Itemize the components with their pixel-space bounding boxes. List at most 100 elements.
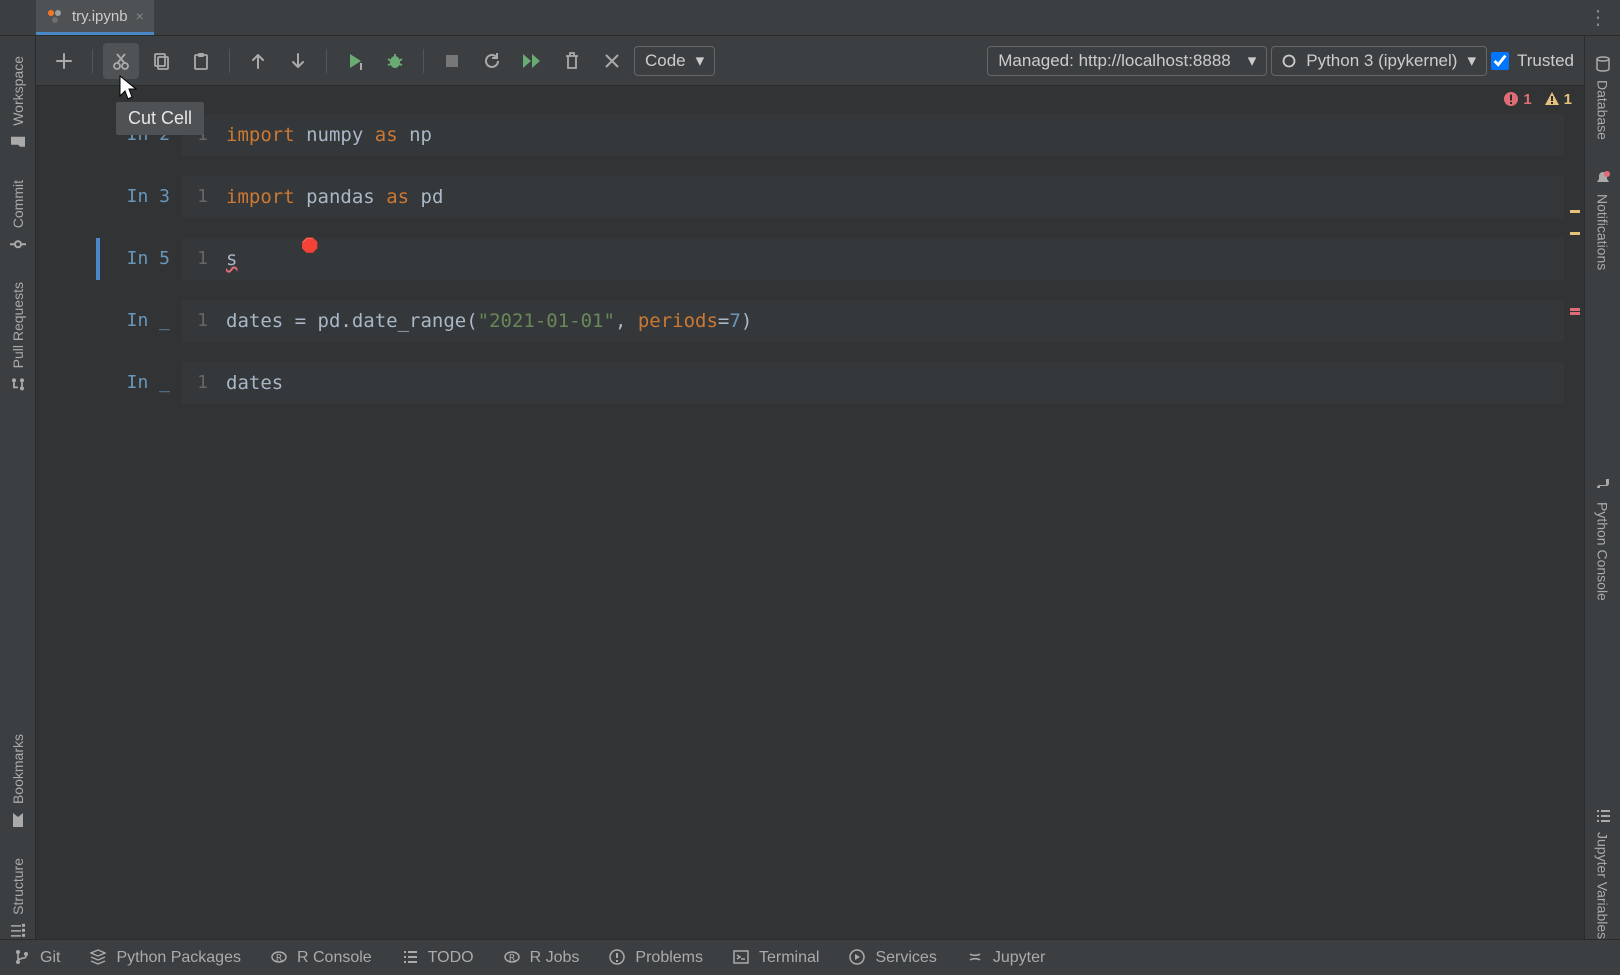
cell-exec-label: In _: [96, 300, 182, 342]
cell-code[interactable]: import numpy as np: [222, 114, 1564, 156]
rail-item-label: Jupyter Variables: [1595, 832, 1611, 939]
db-icon: [1595, 56, 1611, 72]
rail-item-pull[interactable]: Pull Requests: [10, 282, 26, 392]
bottom-item-todo[interactable]: TODO: [402, 949, 474, 967]
bottom-item-label: TODO: [428, 949, 474, 967]
chevron-down-icon: ▾: [1467, 51, 1476, 71]
bottom-item-rjobs[interactable]: R R Jobs: [504, 949, 580, 967]
tooltip: Cut Cell: [116, 102, 204, 135]
tab-overflow-menu[interactable]: ⋮: [1588, 5, 1610, 30]
bottom-item-label: Terminal: [759, 949, 819, 967]
bottom-item-label: Problems: [635, 949, 703, 967]
paste-cell-button[interactable]: [183, 43, 219, 79]
clear-output-button[interactable]: [594, 43, 630, 79]
cell-line-number: 1: [182, 176, 222, 218]
rail-item-jupvars[interactable]: Jupyter Variables: [1595, 808, 1611, 939]
warning-count[interactable]: 1: [1544, 91, 1572, 108]
rail-item-notifications[interactable]: Notifications: [1595, 170, 1611, 270]
r-icon: R: [504, 949, 522, 967]
structure-icon: [10, 923, 26, 939]
bottom-item-problems[interactable]: Problems: [609, 949, 703, 967]
stack-icon: [90, 949, 108, 967]
rail-item-commit[interactable]: Commit: [10, 180, 26, 252]
r-icon: R: [271, 949, 289, 967]
folder-icon: [10, 134, 26, 150]
cell-line-number: 1: [182, 362, 222, 404]
separator: [92, 49, 93, 73]
pull-icon: [10, 376, 26, 392]
main-editor-area: Code ▾ Managed: http://localhost:8888 ▾ …: [36, 36, 1584, 939]
bottom-item-jupyter[interactable]: Jupyter: [967, 949, 1045, 967]
cut-cell-button[interactable]: [103, 43, 139, 79]
right-tool-rail: Database Notifications Python Console Jupyt…: [1584, 36, 1620, 939]
copy-cell-button[interactable]: [143, 43, 179, 79]
bottom-item-terminal[interactable]: Terminal: [733, 949, 819, 967]
notebook-cell[interactable]: In _ 1 dates: [96, 362, 1564, 404]
bottom-item-label: Git: [40, 949, 60, 967]
file-tab[interactable]: try.ipynb ×: [36, 0, 154, 35]
cell-code[interactable]: import pandas as pd: [222, 176, 1564, 218]
alert-icon: [609, 949, 627, 967]
notebook-cell[interactable]: In _ 1 dates = pd.date_range("2021-01-01…: [96, 300, 1564, 342]
cell-type-value: Code: [645, 51, 686, 71]
cell-type-dropdown[interactable]: Code ▾: [634, 46, 715, 76]
rail-item-database[interactable]: Database: [1595, 56, 1611, 140]
rail-item-label: Commit: [10, 180, 26, 228]
notebook-icon: [46, 7, 64, 25]
rail-item-label: Python Console: [1595, 502, 1611, 601]
rail-item-label: Workspace: [10, 56, 26, 126]
list-icon: [1595, 808, 1611, 824]
cell-code[interactable]: 🛑s: [222, 238, 1564, 280]
inspection-status[interactable]: 1 1: [36, 86, 1584, 112]
notebook-cell[interactable]: In 5 1 🛑s: [96, 238, 1564, 280]
kernel-status-icon: [1282, 54, 1296, 68]
close-tab-icon[interactable]: ×: [136, 8, 144, 24]
error-count[interactable]: 1: [1503, 91, 1531, 108]
bottom-item-pypkg[interactable]: Python Packages: [90, 949, 241, 967]
bottom-item-rconsole[interactable]: RR Console: [271, 949, 372, 967]
rail-item-bookmarks[interactable]: Bookmarks: [10, 734, 26, 828]
bottom-item-label: R Jobs: [530, 949, 580, 967]
move-cell-down-button[interactable]: [280, 43, 316, 79]
python-icon: [1595, 478, 1611, 494]
move-cell-up-button[interactable]: [240, 43, 276, 79]
trusted-input[interactable]: [1491, 52, 1509, 70]
cell-code[interactable]: dates: [222, 362, 1564, 404]
chevron-down-icon: ▾: [696, 51, 705, 71]
bottom-item-git[interactable]: Git: [14, 949, 60, 967]
separator: [229, 49, 230, 73]
trusted-checkbox[interactable]: Trusted: [1491, 51, 1574, 71]
notebook-cell[interactable]: In 2 1 import numpy as np: [96, 114, 1564, 156]
cell-exec-label: In 3: [96, 176, 182, 218]
cell-code[interactable]: dates = pd.date_range("2021-01-01", peri…: [222, 300, 1564, 342]
bottom-item-services[interactable]: Services: [849, 949, 936, 967]
cell-exec-label: In _: [96, 362, 182, 404]
rail-item-label: Structure: [10, 858, 26, 915]
add-cell-button[interactable]: [46, 43, 82, 79]
server-value: Managed: http://localhost:8888: [998, 51, 1231, 71]
stop-button[interactable]: [434, 43, 470, 79]
restart-kernel-button[interactable]: [474, 43, 510, 79]
bell-icon: [1595, 170, 1611, 186]
separator: [423, 49, 424, 73]
left-tool-rail: Workspace Commit Pull Requests Bookmarks Str…: [0, 36, 36, 939]
cell-line-number: 1: [182, 238, 222, 280]
tab-filename: try.ipynb: [72, 8, 128, 25]
rail-item-pyconsole[interactable]: Python Console: [1595, 478, 1611, 601]
run-cell-button[interactable]: [337, 43, 373, 79]
error-bulb-icon[interactable]: 🛑: [301, 238, 318, 254]
debug-cell-button[interactable]: [377, 43, 413, 79]
notebook-cell[interactable]: In 3 1 import pandas as pd: [96, 176, 1564, 218]
run-all-button[interactable]: [514, 43, 550, 79]
server-dropdown[interactable]: Managed: http://localhost:8888 ▾: [987, 46, 1267, 76]
rail-item-structure[interactable]: Structure: [10, 858, 26, 939]
delete-cell-button[interactable]: [554, 43, 590, 79]
rail-item-label: Database: [1595, 80, 1611, 140]
bottom-item-label: Services: [875, 949, 936, 967]
minimap[interactable]: [1562, 196, 1582, 939]
kernel-dropdown[interactable]: Python 3 (ipykernel) ▾: [1271, 46, 1487, 76]
chevron-down-icon: ▾: [1248, 51, 1257, 71]
notebook-cells-container[interactable]: In 2 1 import numpy as np In 3 1 import …: [36, 112, 1584, 939]
bookmark-icon: [10, 812, 26, 828]
rail-item-workspace[interactable]: Workspace: [10, 56, 26, 150]
